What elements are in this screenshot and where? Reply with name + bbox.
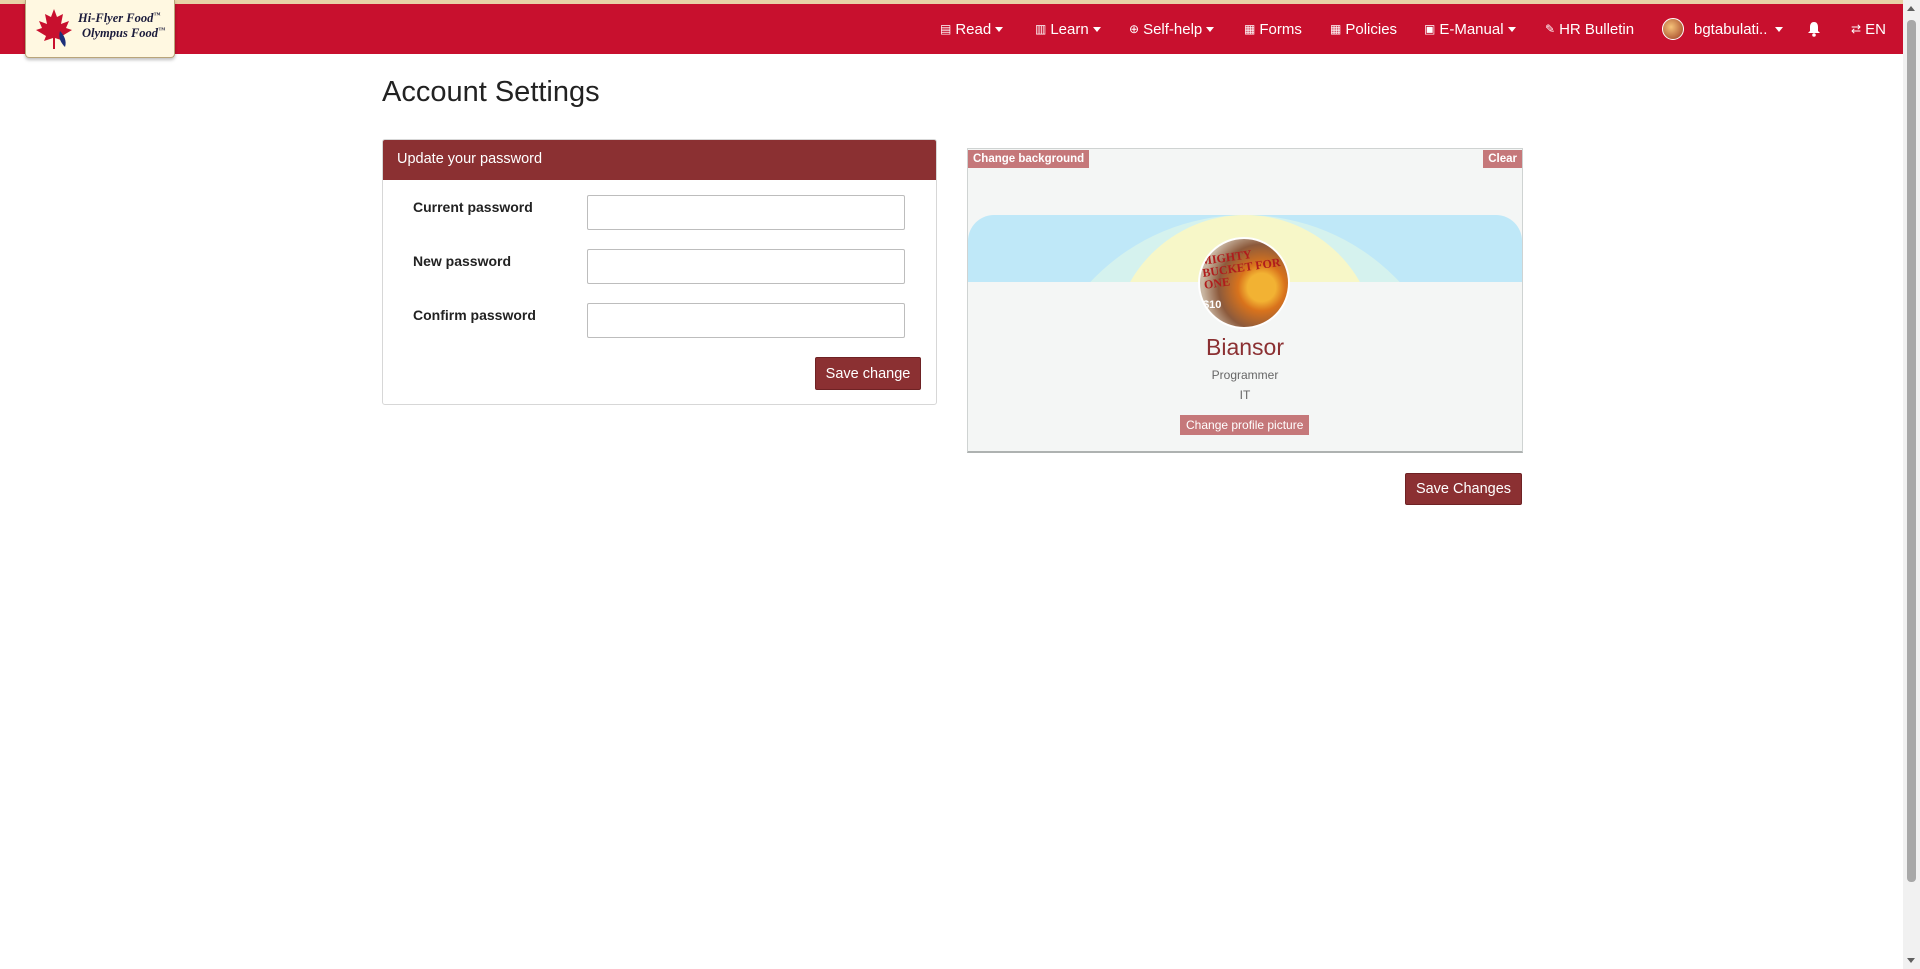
newspaper-icon: ▤ bbox=[940, 22, 952, 36]
policy-icon: ▦ bbox=[1330, 22, 1342, 36]
current-password-input[interactable] bbox=[587, 195, 905, 230]
confirm-password-input[interactable] bbox=[587, 303, 905, 338]
nav-read[interactable]: ▤ Read bbox=[940, 4, 1004, 54]
nav-self-help-label: Self-help bbox=[1143, 20, 1203, 38]
profile-picture-promo: MIGHTY BUCKET FOR ONE bbox=[1199, 247, 1282, 292]
password-panel: Update your password Current password Ne… bbox=[382, 139, 937, 405]
nav-hr-bulletin[interactable]: ✎ HR Bulletin bbox=[1545, 4, 1634, 54]
language-label: EN bbox=[1865, 20, 1886, 38]
save-changes-button[interactable]: Save Changes bbox=[1405, 473, 1522, 505]
new-password-label: New password bbox=[413, 253, 512, 269]
nav-learn[interactable]: ▥ Learn bbox=[1035, 4, 1101, 54]
nav-policies-label: Policies bbox=[1345, 20, 1398, 38]
profile-picture: MIGHTY BUCKET FOR ONE $10 bbox=[1198, 237, 1290, 329]
nav-user-menu[interactable]: bgtabulati.. bbox=[1662, 4, 1784, 54]
profile-name: Biansor bbox=[1206, 334, 1284, 360]
chevron-down-icon bbox=[995, 26, 1004, 32]
nav-forms[interactable]: ▦ Forms bbox=[1244, 4, 1302, 54]
chevron-down-icon bbox=[1206, 26, 1215, 32]
nav-forms-label: Forms bbox=[1259, 20, 1302, 38]
change-background-button[interactable]: Change background bbox=[968, 150, 1090, 168]
pin-icon: ✎ bbox=[1545, 22, 1556, 36]
save-password-button[interactable]: Save change bbox=[815, 357, 921, 390]
language-selector[interactable]: ⇄ EN bbox=[1851, 4, 1886, 54]
nav-hr-bulletin-label: HR Bulletin bbox=[1559, 20, 1635, 38]
chevron-down-icon bbox=[1775, 26, 1784, 32]
notifications-button[interactable] bbox=[1807, 4, 1821, 54]
avatar bbox=[1662, 18, 1684, 40]
form-icon: ▦ bbox=[1244, 22, 1256, 36]
scroll-down-icon[interactable] bbox=[1907, 958, 1915, 963]
brand-line-2: Olympus Food™ bbox=[82, 26, 166, 40]
profile-picture-price: $10 bbox=[1203, 299, 1222, 311]
maple-leaf-icon bbox=[36, 9, 72, 49]
translate-icon: ⇄ bbox=[1851, 22, 1862, 36]
manual-icon: ▣ bbox=[1424, 22, 1436, 36]
new-password-row: New password bbox=[413, 249, 918, 285]
nav-e-manual-label: E-Manual bbox=[1439, 20, 1504, 38]
nav-read-label: Read bbox=[955, 20, 992, 38]
profile-department: IT bbox=[1239, 388, 1251, 402]
page-title: Account Settings bbox=[382, 76, 600, 108]
current-password-row: Current password bbox=[413, 195, 918, 231]
confirm-password-label: Confirm password bbox=[413, 307, 536, 323]
scroll-up-icon[interactable] bbox=[1907, 6, 1915, 11]
clear-background-button[interactable]: Clear bbox=[1483, 150, 1522, 168]
password-panel-header: Update your password bbox=[383, 140, 936, 180]
book-icon: ▥ bbox=[1035, 22, 1047, 36]
brand-logo[interactable]: Hi-Flyer Food™ Olympus Food™ bbox=[25, 0, 175, 58]
chevron-down-icon bbox=[1507, 26, 1516, 32]
change-profile-picture-button[interactable]: Change profile picture bbox=[1180, 415, 1310, 435]
nav-self-help[interactable]: ⊕ Self-help bbox=[1129, 4, 1215, 54]
user-name: bgtabulati.. bbox=[1694, 20, 1768, 38]
confirm-password-row: Confirm password bbox=[413, 303, 918, 339]
bell-icon bbox=[1808, 22, 1820, 37]
brand-line-1: Hi-Flyer Food™ bbox=[78, 11, 161, 25]
current-password-label: Current password bbox=[413, 199, 533, 215]
accessibility-icon: ⊕ bbox=[1129, 22, 1140, 36]
profile-card: Change background Clear MIGHTY BUCKET FO… bbox=[967, 148, 1523, 453]
vertical-scrollbar[interactable] bbox=[1903, 0, 1920, 969]
scrollbar-thumb[interactable] bbox=[1907, 20, 1916, 882]
nav-learn-label: Learn bbox=[1050, 20, 1089, 38]
nav-policies[interactable]: ▦ Policies bbox=[1330, 4, 1397, 54]
new-password-input[interactable] bbox=[587, 249, 905, 284]
profile-role: Programmer bbox=[1211, 368, 1279, 382]
nav-e-manual[interactable]: ▣ E-Manual bbox=[1424, 4, 1516, 54]
chevron-down-icon bbox=[1092, 26, 1101, 32]
